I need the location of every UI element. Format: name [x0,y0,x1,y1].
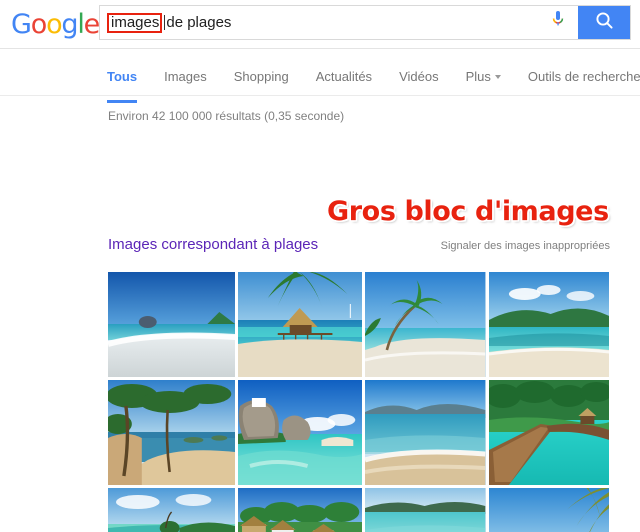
logo-letter-g1: G [11,9,32,40]
search-input[interactable]: images de plages [100,6,538,39]
image-result-thumbnail[interactable] [488,272,609,377]
logo-letter-o2: o [46,9,63,40]
thumb-villas-palms-white-beach [238,488,363,532]
annotation-gros-bloc-images: Gros bloc d'images [327,196,609,227]
tab-tous[interactable]: Tous [107,49,151,103]
microphone-icon [551,10,565,35]
tab-plus[interactable]: Plus [466,49,515,84]
image-result-thumbnail[interactable] [108,272,236,377]
image-result-thumbnail[interactable] [108,488,236,532]
thumb-overwater-bungalow [238,272,363,377]
thumb-fine-sand-turquoise-sea [365,488,486,532]
result-stats: Environ 42 100 000 résultats (0,35 secon… [108,109,345,123]
thumb-pine-trees-cove [108,380,236,485]
image-result-thumbnail[interactable] [238,488,363,532]
tab-label: Outils de recherche [527,69,640,84]
logo-letter-o1: o [30,9,48,40]
image-grid-row [108,488,609,532]
tab-actualites[interactable]: Actualités [316,49,386,84]
image-results-grid [108,272,609,532]
image-block-header: Images correspondant à plages Signaler d… [108,236,610,253]
tab-videos[interactable]: Vidéos [399,49,453,84]
google-logo[interactable]: Google [11,9,101,40]
search-query-highlighted-word: images [107,12,163,33]
image-grid-row [108,380,609,485]
tab-label: Shopping [233,69,289,84]
thumb-wooden-pier-lagoon [488,380,609,485]
google-search-results-page: Google images de plages Tous Images Shop… [0,0,640,532]
search-submit-button[interactable] [578,6,630,39]
search-nav-tabs: Tous Images Shopping Actualités Vidéos P… [0,49,640,103]
thumb-leaning-palm-lagoon [365,272,486,377]
page-header: Google images de plages [0,0,640,49]
image-result-thumbnail[interactable] [365,488,486,532]
search-query-rest: de plages [166,13,232,31]
thumb-straw-parasols-tropical-beach [488,488,609,532]
thumb-shallow-lagoon-vegetation [108,488,236,532]
thumb-island-mountain-lagoon [488,272,609,377]
search-icon [595,11,614,35]
thumb-wave-beach-mountains [365,380,486,485]
tab-label: Tous [107,69,138,84]
image-block-title-link[interactable]: Images correspondant à plages [108,236,318,253]
image-result-thumbnail[interactable] [488,488,609,532]
tab-label: Images [164,69,207,84]
tab-outils-de-recherche[interactable]: Outils de recherche [528,49,640,84]
tab-label: Actualités [315,69,373,84]
voice-search-button[interactable] [538,6,578,39]
tab-shopping[interactable]: Shopping [234,49,303,84]
image-result-thumbnail[interactable] [365,272,486,377]
logo-letter-g2: g [61,9,78,40]
search-bar: images de plages [99,5,631,40]
image-result-thumbnail[interactable] [108,380,236,485]
tab-images[interactable]: Images [164,49,221,84]
image-result-thumbnail[interactable] [488,380,609,485]
chevron-down-icon [494,75,501,79]
tab-label: Plus [465,69,491,84]
search-query-text: images de plages [107,12,232,33]
image-result-thumbnail[interactable] [238,272,363,377]
logo-letter-e: e [83,9,101,40]
tab-label: Vidéos [399,69,439,84]
thumb-beach-diamond-rock [108,272,236,377]
image-result-thumbnail[interactable] [365,380,486,485]
image-result-thumbnail[interactable] [238,380,363,485]
image-grid-row [108,272,609,377]
report-inappropriate-images-link[interactable]: Signaler des images inappropriées [441,240,610,252]
thumb-granite-rocks-turquoise [238,380,363,485]
